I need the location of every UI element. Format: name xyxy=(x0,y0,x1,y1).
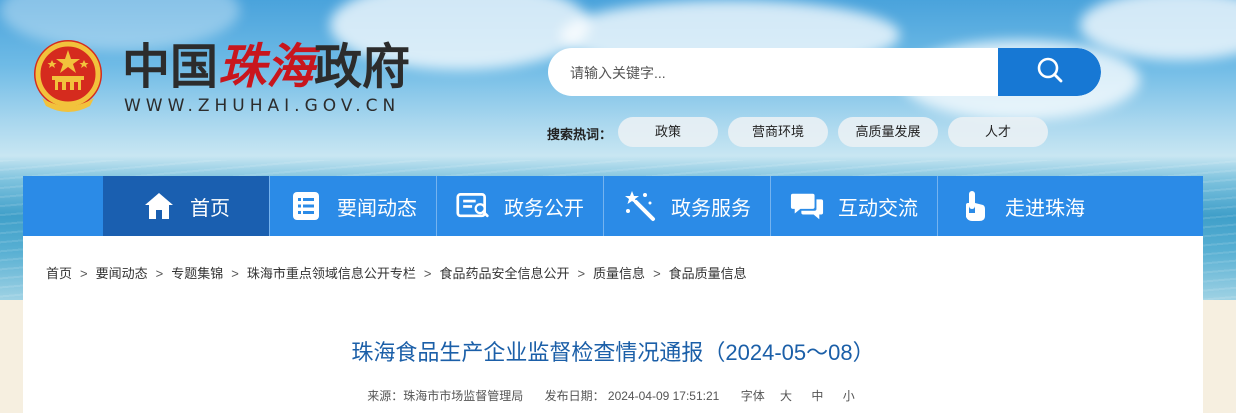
breadcrumb-separator: > xyxy=(80,266,88,281)
nav-item-label: 首页 xyxy=(190,197,230,220)
nav-item-services[interactable]: 政务服务 xyxy=(604,176,770,236)
font-size-large-button[interactable]: 大 xyxy=(780,389,792,403)
main-nav: 首页 要闻动态 政务公开 政务服务 互动交流 走进珠海 xyxy=(23,176,1203,236)
nav-item-label: 走进珠海 xyxy=(1005,197,1085,220)
site-title-prefix: 中国 xyxy=(122,39,219,95)
nav-item-interaction[interactable]: 互动交流 xyxy=(771,176,937,236)
breadcrumb-separator: > xyxy=(653,266,661,281)
nav-item-label: 要闻动态 xyxy=(337,197,417,220)
nav-item-open-affairs[interactable]: 政务公开 xyxy=(437,176,603,236)
breadcrumb-topics[interactable]: 专题集锦 xyxy=(171,266,223,281)
hot-word-business-environment[interactable]: 营商环境 xyxy=(728,117,828,147)
article-meta: 来源：珠海市市场监督管理局 发布日期： 2024-04-09 17:51:21 … xyxy=(23,387,1203,404)
hot-word-policy[interactable]: 政策 xyxy=(618,117,718,147)
nav-item-home[interactable]: 首页 xyxy=(103,176,269,236)
breadcrumb: 首页 > 要闻动态 > 专题集锦 > 珠海市重点领域信息公开专栏 > 食品药品安全信息公开 > 质量… xyxy=(46,263,747,282)
breadcrumb-separator: > xyxy=(423,266,432,281)
hot-words-label: 搜索热词： xyxy=(547,127,613,142)
breadcrumb-quality-info[interactable]: 质量信息 xyxy=(593,266,645,281)
article-title: 珠海食品生产企业监督检查情况通报（2024-05～08） xyxy=(351,340,875,365)
chat-bubbles-icon xyxy=(790,189,824,223)
site-url: WWW.ZHUHAI.GOV.CN xyxy=(124,96,401,116)
article-source: 来源：珠海市市场监督管理局 xyxy=(367,389,524,403)
font-size-label: 字体 xyxy=(740,389,765,403)
content-panel: 首页 > 要闻动态 > 专题集锦 > 珠海市重点领域信息公开专栏 > 食品药品安全信息公开 > 质量… xyxy=(23,236,1203,413)
news-list-icon xyxy=(289,189,323,223)
breadcrumb-news[interactable]: 要闻动态 xyxy=(96,266,148,281)
breadcrumb-separator: > xyxy=(577,266,586,281)
magic-wand-icon xyxy=(623,189,657,223)
breadcrumb-food-quality-info[interactable]: 食品质量信息 xyxy=(669,266,747,281)
nav-item-label: 政务公开 xyxy=(504,197,584,220)
pointer-hand-icon xyxy=(957,189,991,223)
article-date: 发布日期： 2024-04-09 17:51:21 xyxy=(544,389,720,403)
font-size-medium-button[interactable]: 中 xyxy=(811,389,823,403)
site-title[interactable]: 中国珠海政府 xyxy=(122,38,410,96)
breadcrumb-food-drug-safety[interactable]: 食品药品安全信息公开 xyxy=(439,266,569,281)
search-icon xyxy=(1035,55,1065,89)
breadcrumb-key-areas[interactable]: 珠海市重点领域信息公开专栏 xyxy=(247,266,416,281)
national-emblem-icon xyxy=(28,36,108,116)
breadcrumb-separator: > xyxy=(155,266,164,281)
home-icon xyxy=(142,189,176,223)
site-title-brand: 珠海 xyxy=(218,39,315,95)
font-size-small-button[interactable]: 小 xyxy=(843,389,855,403)
search-button[interactable] xyxy=(998,48,1101,96)
site-title-suffix: 政府 xyxy=(314,39,411,95)
breadcrumb-separator: > xyxy=(231,266,239,281)
open-info-icon xyxy=(456,189,490,223)
search-box xyxy=(548,48,1101,96)
hot-word-high-quality-development[interactable]: 高质量发展 xyxy=(838,117,938,147)
nav-item-label: 政务服务 xyxy=(671,197,751,220)
hot-word-talent[interactable]: 人才 xyxy=(948,117,1048,147)
nav-item-news[interactable]: 要闻动态 xyxy=(270,176,436,236)
search-input[interactable] xyxy=(568,48,992,96)
nav-item-about-zhuhai[interactable]: 走进珠海 xyxy=(938,176,1104,236)
breadcrumb-home[interactable]: 首页 xyxy=(46,266,72,281)
nav-item-label: 互动交流 xyxy=(838,197,918,220)
